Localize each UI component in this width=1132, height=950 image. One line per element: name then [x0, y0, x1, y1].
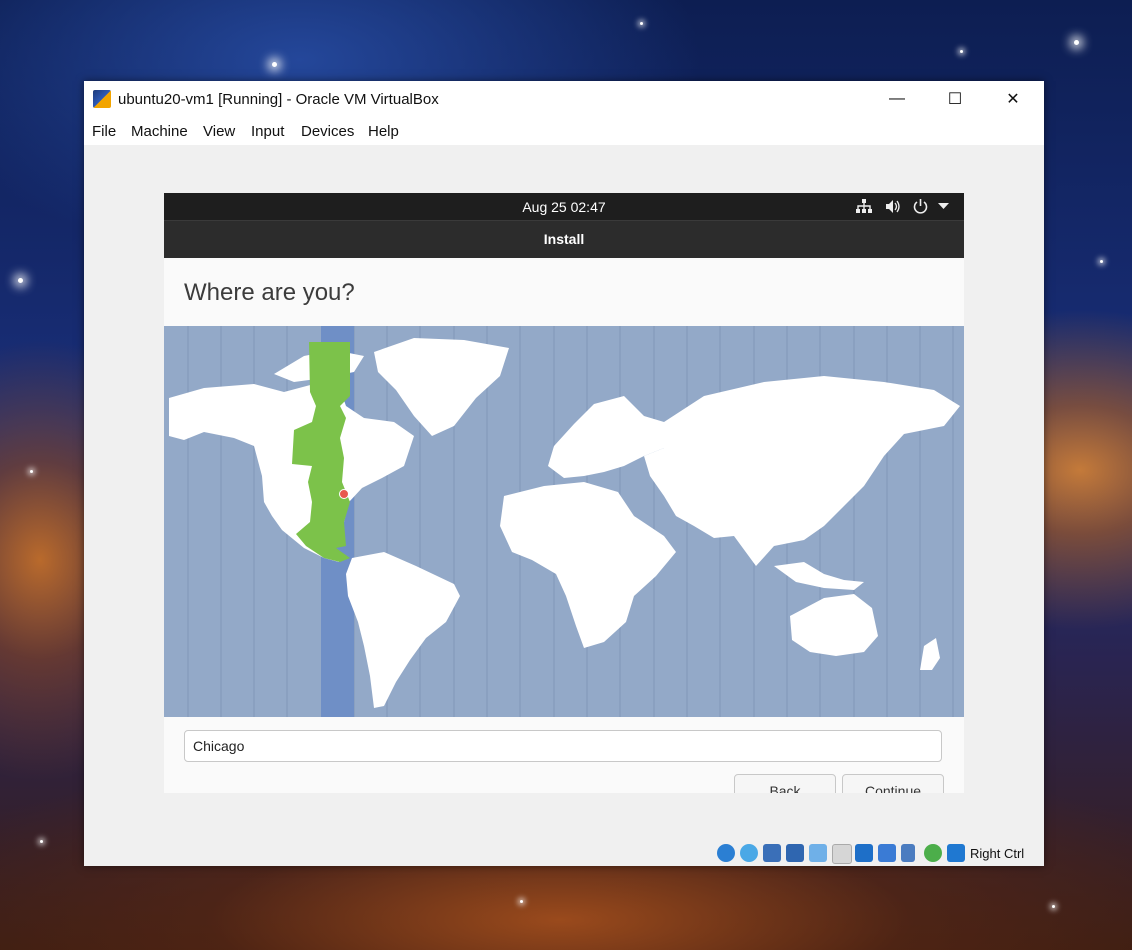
- star: [640, 22, 643, 25]
- menu-view[interactable]: View: [203, 123, 235, 140]
- window-title: ubuntu20-vm1 [Running] - Oracle VM Virtu…: [118, 91, 439, 108]
- virtualbox-window: ubuntu20-vm1 [Running] - Oracle VM Virtu…: [84, 81, 1044, 866]
- location-pin-icon: [339, 489, 349, 499]
- menu-file[interactable]: File: [92, 123, 116, 140]
- mouse-integration-icon[interactable]: [924, 844, 942, 862]
- gnome-top-bar: Aug 25 02:47: [164, 193, 964, 220]
- city-input[interactable]: [184, 730, 942, 762]
- menu-input[interactable]: Input: [251, 123, 284, 140]
- hard-disk-icon[interactable]: [717, 844, 735, 862]
- display-icon[interactable]: [855, 844, 873, 862]
- star: [1100, 260, 1103, 263]
- virtualbox-icon: [93, 90, 111, 108]
- timezone-map[interactable]: [164, 326, 964, 717]
- star: [18, 278, 23, 283]
- page-title: Where are you?: [184, 279, 355, 306]
- star: [272, 62, 277, 67]
- star: [1052, 905, 1055, 908]
- star: [30, 470, 33, 473]
- network-adapters-icon[interactable]: [786, 844, 804, 862]
- optical-disk-icon[interactable]: [740, 844, 758, 862]
- audio-icon[interactable]: [763, 844, 781, 862]
- status-bar: Right Ctrl: [84, 841, 1044, 866]
- title-bar[interactable]: ubuntu20-vm1 [Running] - Oracle VM Virtu…: [84, 81, 1044, 117]
- star: [960, 50, 963, 53]
- host-key-label: Right Ctrl: [970, 846, 1025, 861]
- installer-title: Install: [543, 231, 585, 247]
- maximize-button[interactable]: ☐: [926, 81, 984, 117]
- volume-icon[interactable]: [885, 199, 901, 214]
- star: [520, 900, 523, 903]
- keyboard-capture-icon[interactable]: [947, 844, 965, 862]
- close-button[interactable]: ✕: [984, 81, 1042, 117]
- continue-button[interactable]: Continue: [842, 774, 944, 793]
- chevron-down-icon[interactable]: [938, 203, 949, 210]
- menu-help[interactable]: Help: [368, 123, 399, 140]
- virtualization-icon[interactable]: [901, 844, 915, 862]
- clock[interactable]: Aug 25 02:47: [164, 199, 964, 215]
- menu-bar: File Machine View Input Devices Help: [84, 117, 1044, 145]
- vm-display[interactable]: Aug 25 02:47 Install Where are you? Chic…: [164, 193, 964, 793]
- back-button[interactable]: Back: [734, 774, 836, 793]
- star: [1074, 40, 1079, 45]
- minimize-button[interactable]: —: [868, 81, 926, 117]
- menu-machine[interactable]: Machine: [131, 123, 188, 140]
- network-icon[interactable]: [856, 199, 872, 214]
- recording-icon[interactable]: [878, 844, 896, 862]
- usb-icon[interactable]: [809, 844, 827, 862]
- installer-header-bar: Install: [164, 220, 964, 258]
- star: [40, 840, 43, 843]
- menu-devices[interactable]: Devices: [301, 123, 354, 140]
- power-icon[interactable]: [913, 198, 928, 214]
- shared-folders-icon[interactable]: [832, 844, 852, 864]
